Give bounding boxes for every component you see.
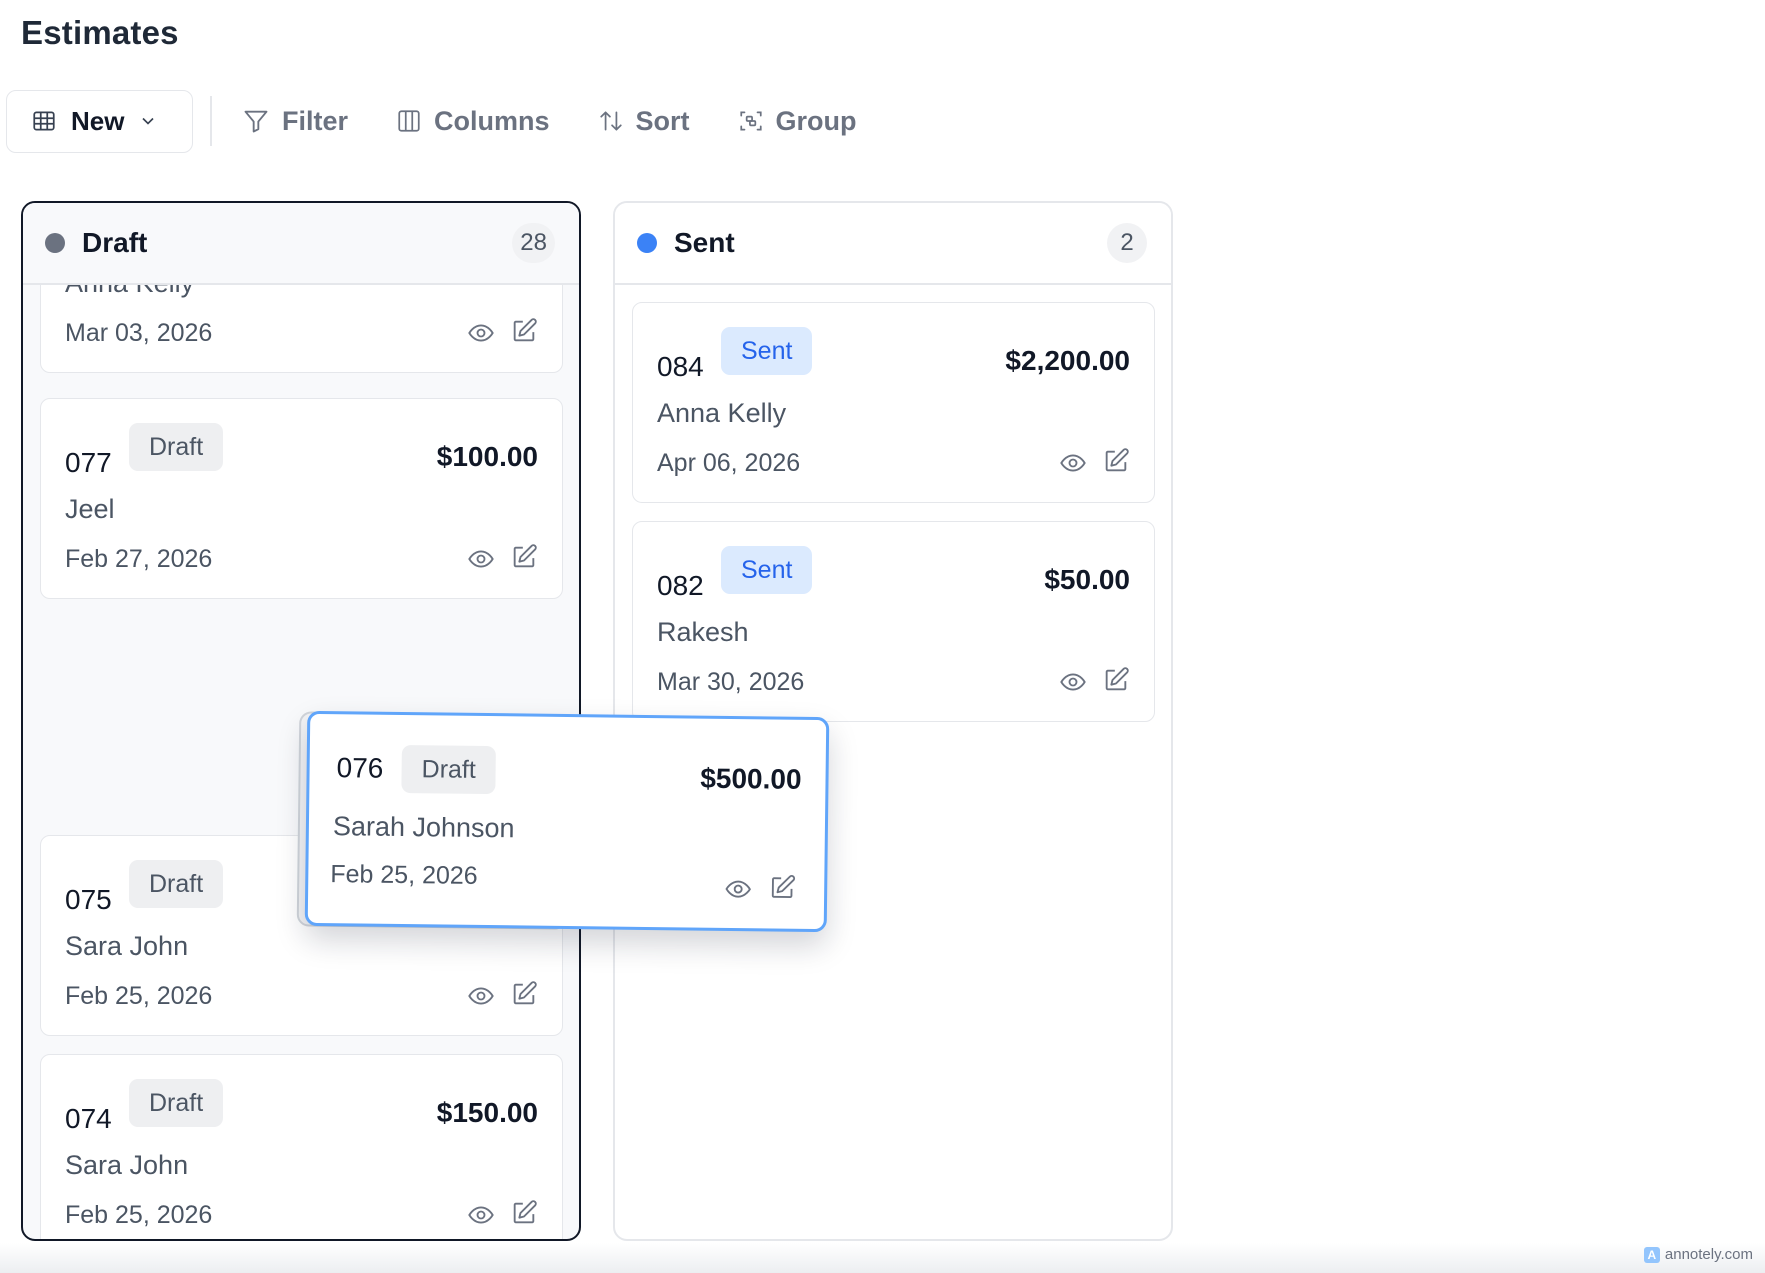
count-badge: 2 [1107, 223, 1147, 263]
annotely-logo-icon: A [1643, 1246, 1660, 1263]
watermark: A annotely.com [1643, 1246, 1753, 1263]
view-icon[interactable] [467, 545, 495, 578]
status-badge: Draft [401, 744, 497, 795]
status-dot [45, 233, 65, 253]
edit-icon[interactable] [1102, 666, 1130, 699]
estimate-amount: $500.00 [700, 762, 802, 795]
estimate-date: Feb 25, 2026 [65, 1201, 213, 1229]
dragging-estimate-card[interactable]: 076 Draft $500.00 Sarah Johnson Feb 25, … [304, 710, 830, 933]
bottom-fade [0, 1243, 1765, 1273]
client-name: Anna Kelly [657, 398, 787, 428]
estimate-date: Feb 25, 2026 [65, 982, 213, 1010]
column-title: Sent [674, 227, 735, 258]
new-button-label: New [71, 105, 125, 136]
columns-label: Columns [434, 105, 550, 136]
estimate-card[interactable]: Anna Kelly Mar 03, 2026 [40, 285, 563, 373]
estimate-number: 084 [657, 351, 704, 382]
estimate-date: Apr 06, 2026 [657, 449, 801, 477]
view-icon[interactable] [1059, 668, 1087, 701]
client-name: Rakesh [657, 617, 749, 647]
estimate-amount: $100.00 [436, 441, 538, 472]
column-header: Draft 28 [23, 203, 579, 285]
watermark-text: annotely.com [1664, 1246, 1753, 1263]
columns-icon [396, 108, 422, 134]
sort-button[interactable]: Sort [598, 106, 690, 137]
view-icon[interactable] [467, 1201, 495, 1234]
toolbar: New Filter Columns Sort Group [6, 89, 905, 153]
estimate-card[interactable]: 084 Sent $2,200.00 Anna Kelly Apr 06, 20… [632, 302, 1155, 503]
client-name: Sara John [65, 1150, 189, 1180]
filter-label: Filter [282, 105, 349, 136]
status-dot [637, 233, 657, 253]
client-name: Sarah Johnson [332, 811, 515, 844]
client-name: Anna Kelly [65, 285, 194, 299]
estimate-amount: $150.00 [436, 1097, 538, 1128]
edit-icon[interactable] [510, 1199, 538, 1232]
column-header: Sent 2 [615, 203, 1171, 285]
edit-icon[interactable] [510, 980, 538, 1013]
filter-icon [242, 107, 270, 135]
edit-icon[interactable] [768, 873, 796, 906]
estimate-number: 077 [65, 447, 112, 478]
status-badge: Draft [129, 1079, 224, 1127]
status-badge: Draft [129, 423, 224, 471]
sort-label: Sort [635, 105, 690, 136]
estimate-date: Mar 30, 2026 [657, 668, 805, 696]
table-icon [31, 108, 57, 134]
estimate-number: 082 [657, 570, 704, 601]
status-badge: Sent [721, 327, 813, 375]
edit-icon[interactable] [510, 543, 538, 576]
estimate-card[interactable]: 077 Draft $100.00 Jeel Feb 27, 2026 [40, 398, 563, 599]
edit-icon[interactable] [510, 317, 538, 350]
sort-icon [598, 108, 624, 134]
estimate-card[interactable]: 082 Sent $50.00 Rakesh Mar 30, 2026 [632, 521, 1155, 722]
filter-button[interactable]: Filter [242, 106, 348, 137]
estimate-date: Mar 03, 2026 [65, 319, 213, 347]
toolbar-divider [210, 96, 212, 146]
view-icon[interactable] [1059, 449, 1087, 482]
count-badge: 28 [512, 223, 555, 263]
estimate-date: Feb 27, 2026 [65, 545, 213, 573]
group-label: Group [775, 105, 857, 136]
columns-button[interactable]: Columns [396, 106, 550, 137]
client-name: Sara John [65, 931, 189, 961]
estimate-amount: $2,200.00 [1005, 345, 1130, 376]
status-badge: Sent [721, 546, 813, 594]
client-name: Jeel [65, 494, 115, 524]
group-button[interactable]: Group [738, 106, 857, 137]
estimate-card[interactable]: 074 Draft $150.00 Sara John Feb 25, 2026 [40, 1054, 563, 1239]
estimate-number: 076 [336, 752, 384, 784]
group-icon [738, 108, 764, 134]
edit-icon[interactable] [1102, 447, 1130, 480]
estimate-date: Feb 25, 2026 [330, 860, 478, 890]
estimate-number: 075 [65, 884, 112, 915]
column-title: Draft [82, 227, 148, 258]
estimate-amount: $50.00 [1044, 564, 1130, 595]
chevron-down-icon [138, 111, 158, 131]
view-icon[interactable] [467, 982, 495, 1015]
view-icon[interactable] [724, 875, 752, 908]
estimate-number: 074 [65, 1103, 112, 1134]
page-title: Estimates [21, 14, 179, 51]
view-icon[interactable] [467, 319, 495, 352]
new-button[interactable]: New [6, 89, 193, 153]
status-badge: Draft [129, 860, 224, 908]
